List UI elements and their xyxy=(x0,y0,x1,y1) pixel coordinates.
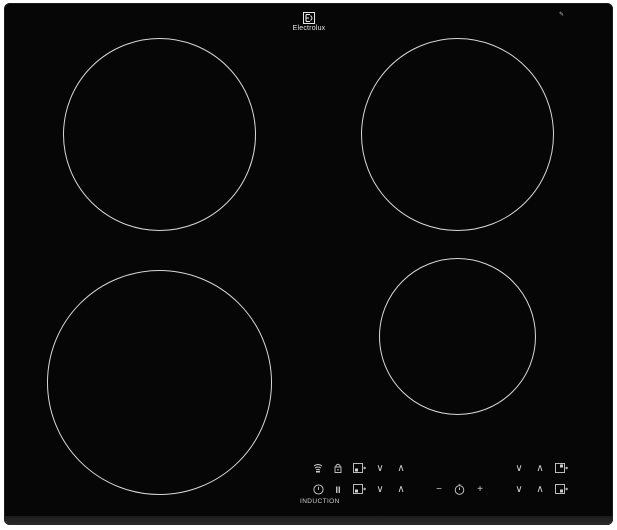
zone-select-icon-rear-right[interactable] xyxy=(554,463,568,475)
power-icon[interactable] xyxy=(311,484,325,496)
brand-logo: Electrolux xyxy=(279,11,339,32)
rear-right-minus-button[interactable]: ∨ xyxy=(512,463,526,475)
cooking-zone-rear-right xyxy=(361,38,554,231)
brand-name: Electrolux xyxy=(292,25,326,32)
electrolux-logo-icon xyxy=(303,11,315,24)
timer-plus-button[interactable]: + xyxy=(473,484,487,496)
front-right-plus-button[interactable]: ∧ xyxy=(533,484,547,496)
zone-select-icon-front-right[interactable] xyxy=(554,484,568,496)
rear-left-minus-button[interactable]: ∨ xyxy=(373,463,387,475)
front-left-plus-button[interactable]: ∧ xyxy=(394,484,408,496)
zone-select-icon-front-left[interactable] xyxy=(352,484,366,496)
hob-front-edge xyxy=(4,516,613,525)
timer-icon[interactable] xyxy=(452,484,466,496)
rear-right-plus-button[interactable]: ∧ xyxy=(533,463,547,475)
zone-select-icon-rear-left[interactable] xyxy=(352,463,366,475)
rear-left-plus-button[interactable]: ∧ xyxy=(394,463,408,475)
cooking-zone-front-left xyxy=(47,270,272,495)
product-label: INDUCTION xyxy=(300,498,340,505)
bridge-heat-icon[interactable] xyxy=(311,463,325,475)
induction-hob: Electrolux ✎ ∨ ∧ ∨ ∧ II ∨ ∧ − + ∨ ∧ INDU… xyxy=(4,3,613,525)
timer-minus-button[interactable]: − xyxy=(432,484,446,496)
cooking-zone-front-right xyxy=(379,258,536,415)
serial-marker: ✎ xyxy=(559,12,565,18)
front-left-minus-button[interactable]: ∨ xyxy=(373,484,387,496)
lock-icon[interactable] xyxy=(331,463,345,475)
pause-button[interactable]: II xyxy=(331,484,345,496)
front-right-minus-button[interactable]: ∨ xyxy=(512,484,526,496)
cooking-zone-rear-left xyxy=(63,38,256,231)
